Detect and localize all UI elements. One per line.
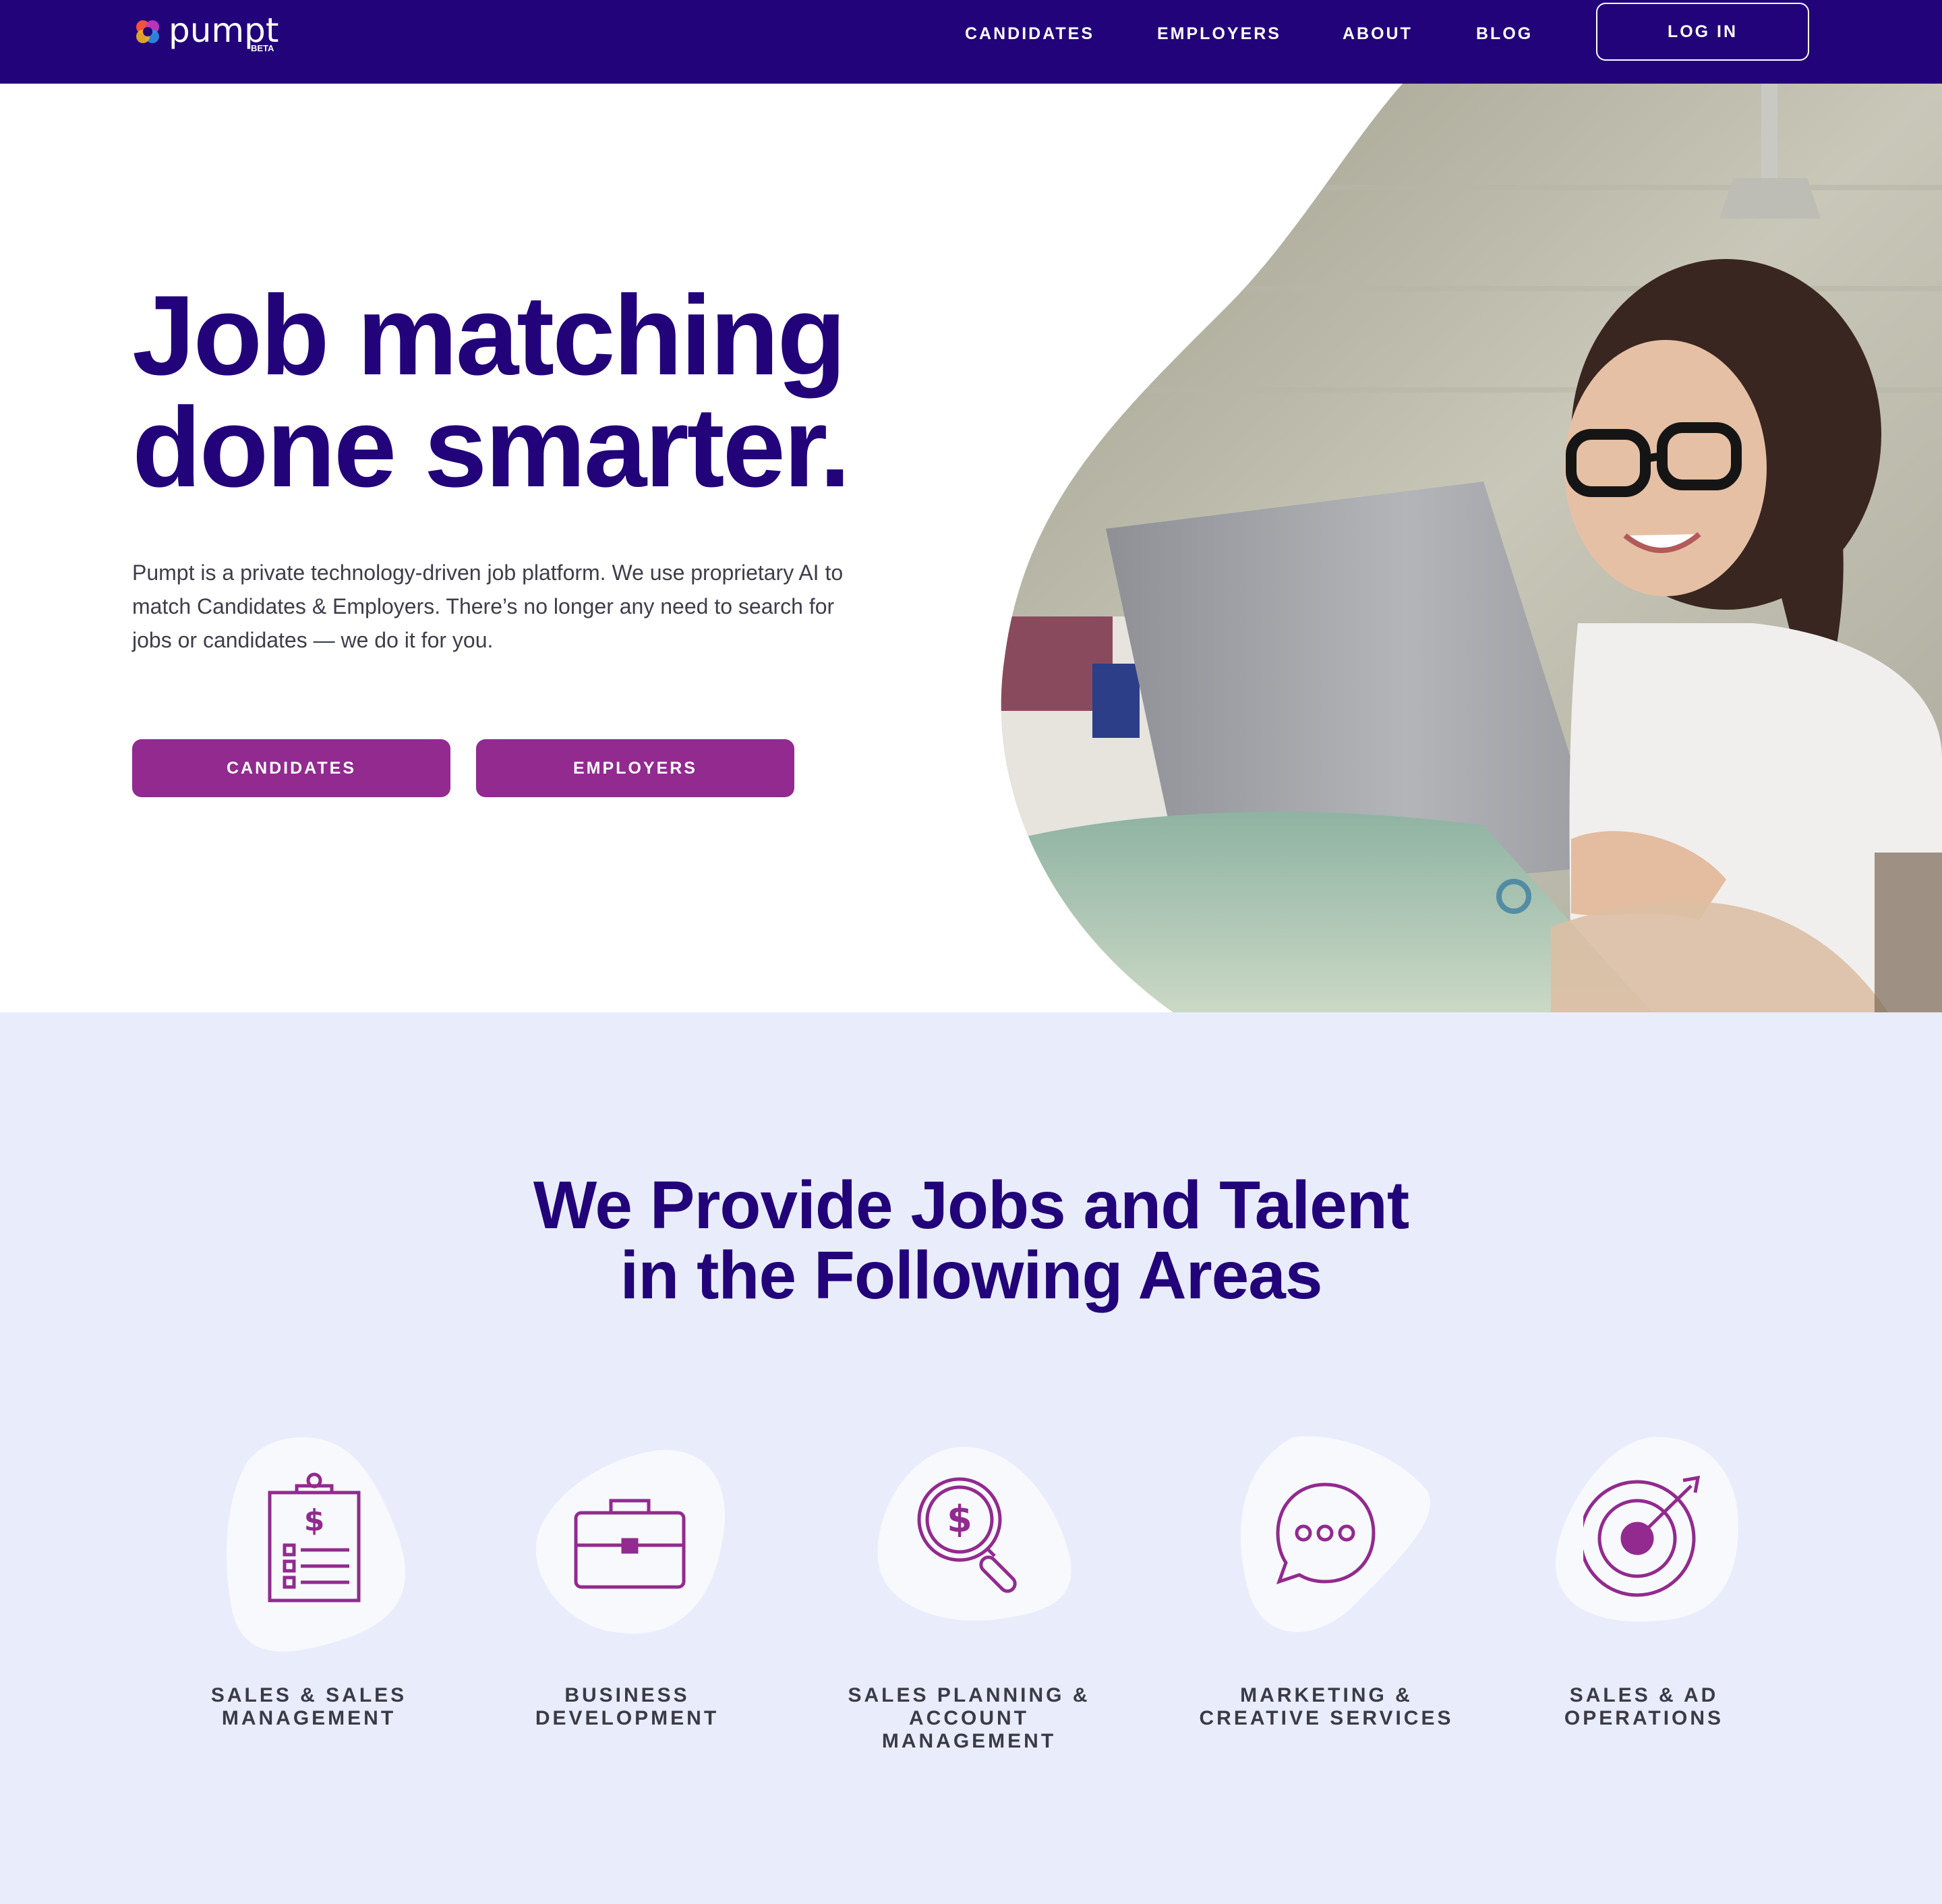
target-icon [1583, 1475, 1701, 1597]
hero-photo [1001, 84, 1942, 1012]
login-button[interactable]: LOG IN [1596, 3, 1809, 61]
area-label: SALES PLANNING & ACCOUNT MANAGEMENT [848, 1684, 1090, 1752]
areas-section: We Provide Jobs and Talent in the Follow… [0, 1012, 1942, 1904]
nav-link-employers[interactable]: EMPLOYERS [1157, 20, 1281, 47]
area-label: MARKETING & CREATIVE SERVICES [1199, 1684, 1454, 1729]
clipboard-dollar-icon: $ [268, 1472, 361, 1603]
areas-title-line2: in the Following Areas [620, 1238, 1322, 1313]
beta-badge: BETA [251, 43, 274, 53]
area-sales-management[interactable]: $ SALES & SALES MANAGEMENT [160, 1431, 457, 1768]
area-label: BUSINESS DEVELOPMENT [535, 1684, 719, 1729]
briefcase-icon [574, 1499, 686, 1589]
nav-link-about[interactable]: ABOUT [1343, 20, 1413, 47]
logo-icon [136, 20, 159, 43]
area-label: SALES & AD OPERATIONS [1564, 1684, 1724, 1729]
area-sales-planning[interactable]: $ SALES PLANNING & ACCOUNT MANAGEMENT [821, 1431, 1117, 1768]
area-business-development[interactable]: BUSINESS DEVELOPMENT [479, 1431, 775, 1768]
area-marketing-creative[interactable]: MARKETING & CREATIVE SERVICES [1178, 1431, 1475, 1768]
hero-title-line2: done smarter. [132, 384, 851, 511]
area-sales-ad-operations[interactable]: SALES & AD OPERATIONS [1496, 1431, 1792, 1768]
areas-title: We Provide Jobs and Talent in the Follow… [297, 1170, 1645, 1310]
employers-button[interactable]: EMPLOYERS [476, 739, 794, 797]
hero-title-line1: Job matching [132, 272, 846, 399]
top-navbar: pumpt BETA CANDIDATES EMPLOYERS ABOUT BL… [0, 0, 1942, 84]
hero-description: Pumpt is a private technology-driven job… [132, 560, 844, 652]
logo[interactable]: pumpt BETA [132, 11, 294, 55]
area-label: SALES & SALES MANAGEMENT [210, 1684, 407, 1729]
nav-link-blog[interactable]: BLOG [1476, 20, 1533, 47]
nav-link-candidates[interactable]: CANDIDATES [965, 20, 1094, 47]
candidates-button[interactable]: CANDIDATES [132, 739, 450, 797]
hero-title: Job matching done smarter. [132, 272, 1009, 511]
hero-section: Job matching done smarter. Pumpt is a pr… [0, 84, 1942, 1012]
svg-text:$: $ [304, 1503, 325, 1538]
dollar-search-icon: $ [917, 1477, 1017, 1593]
svg-text:$: $ [947, 1498, 972, 1540]
chat-bubble-icon [1276, 1482, 1376, 1584]
areas-title-line1: We Provide Jobs and Talent [533, 1167, 1409, 1243]
